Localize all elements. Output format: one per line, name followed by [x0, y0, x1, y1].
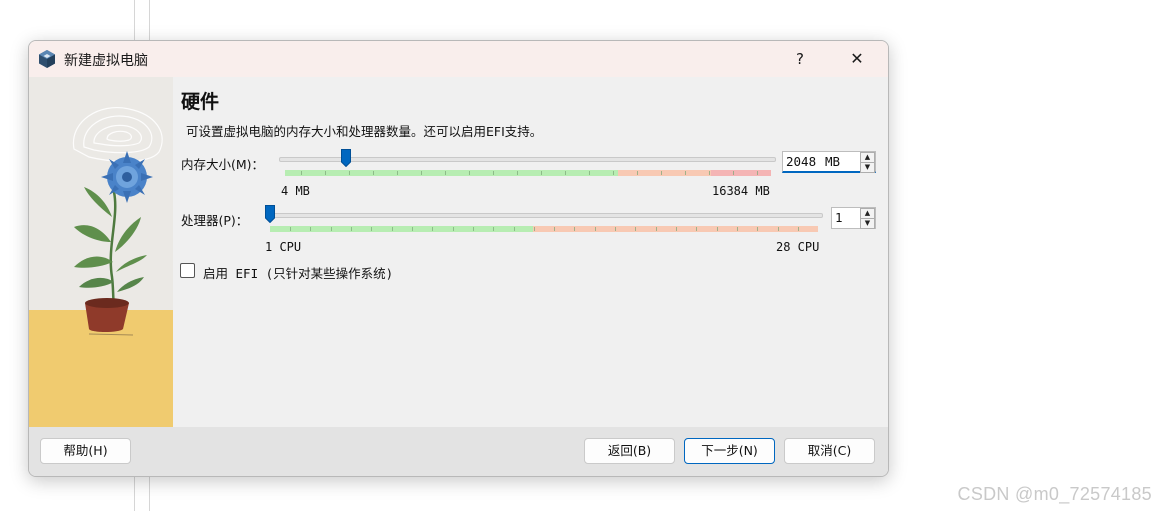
wizard-illustration	[29, 77, 173, 427]
scale-tick	[709, 171, 710, 175]
help-button[interactable]: 帮助(H)	[40, 438, 131, 464]
scale-tick	[737, 227, 738, 231]
scale-tick	[637, 171, 638, 175]
memory-scale	[285, 170, 771, 176]
cpu-decrease-button[interactable]: ▼	[860, 218, 875, 229]
page-description: 可设置虚拟电脑的内存大小和处理器数量。还可以启用EFI支持。	[186, 124, 543, 139]
back-button[interactable]: 返回(B)	[584, 438, 675, 464]
scale-tick	[534, 227, 535, 231]
scale-tick	[473, 227, 474, 231]
scale-tick	[615, 227, 616, 231]
scale-tick	[517, 171, 518, 175]
scale-tick	[565, 171, 566, 175]
cpu-slider-track[interactable]	[265, 213, 823, 218]
scale-tick	[412, 227, 413, 231]
scale-tick	[595, 227, 596, 231]
scale-tick	[661, 171, 662, 175]
scale-tick	[392, 227, 393, 231]
scale-tick	[469, 171, 470, 175]
memory-decrease-button[interactable]: ▼	[860, 162, 875, 173]
scale-tick	[373, 171, 374, 175]
memory-recommended-range	[285, 170, 618, 176]
scale-tick	[613, 171, 614, 175]
scale-tick	[733, 171, 734, 175]
dialog-footer: 帮助(H) 返回(B) 下一步(N) 取消(C)	[29, 427, 888, 476]
scale-tick	[685, 171, 686, 175]
scale-tick	[589, 171, 590, 175]
cancel-button[interactable]: 取消(C)	[784, 438, 875, 464]
memory-label: 内存大小(M)：	[181, 157, 265, 172]
scale-tick	[349, 171, 350, 175]
scale-tick	[696, 227, 697, 231]
scale-tick	[310, 227, 311, 231]
efi-checkbox[interactable]	[180, 263, 195, 278]
scale-tick	[635, 227, 636, 231]
window-title: 新建虚拟电脑	[64, 53, 148, 69]
scale-tick	[371, 227, 372, 231]
scale-tick	[717, 227, 718, 231]
memory-warning-range	[618, 170, 711, 176]
watermark: CSDN @m0_72574185	[957, 484, 1152, 504]
memory-slider-thumb[interactable]	[341, 149, 351, 167]
scale-tick	[541, 171, 542, 175]
close-button[interactable]: ✕	[835, 43, 879, 75]
memory-danger-range	[711, 170, 771, 176]
scale-tick	[331, 227, 332, 231]
scale-tick	[432, 227, 433, 231]
memory-unit: MB	[825, 154, 841, 169]
efi-label[interactable]: 启用 EFI (只针对某些操作系统)	[203, 263, 393, 282]
title-bar[interactable]: 新建虚拟电脑 ? ✕	[29, 41, 888, 77]
memory-max-label: 16384 MB	[712, 184, 770, 198]
memory-value[interactable]: 2048	[786, 154, 816, 169]
virtualbox-icon	[39, 50, 55, 68]
scale-tick	[757, 171, 758, 175]
help-title-button[interactable]: ?	[783, 43, 817, 75]
scale-tick	[757, 227, 758, 231]
cpu-min-label: 1 CPU	[265, 240, 302, 254]
scale-tick	[453, 227, 454, 231]
scale-tick	[445, 171, 446, 175]
scale-tick	[554, 227, 555, 231]
memory-min-label: 4 MB	[281, 184, 310, 198]
scale-tick	[493, 171, 494, 175]
cpu-slider-thumb[interactable]	[265, 205, 275, 223]
scale-tick	[798, 227, 799, 231]
scale-tick	[778, 227, 779, 231]
scale-tick	[676, 227, 677, 231]
memory-spin-buttons: ▲ ▼	[860, 152, 875, 173]
new-vm-dialog: 新建虚拟电脑 ? ✕ 硬件 可设置虚拟电脑的内存大小和处理器数量。还可以启用EF…	[28, 40, 889, 477]
scale-tick	[290, 227, 291, 231]
scale-tick	[493, 227, 494, 231]
scale-tick	[514, 227, 515, 231]
cpu-value[interactable]: 1	[835, 210, 843, 225]
scale-tick	[351, 227, 352, 231]
memory-slider-track[interactable]	[279, 157, 776, 162]
page-title: 硬件	[181, 91, 220, 113]
next-button[interactable]: 下一步(N)	[684, 438, 775, 464]
cpu-spin-buttons: ▲ ▼	[860, 208, 875, 229]
scale-tick	[421, 171, 422, 175]
scale-tick	[301, 171, 302, 175]
cpu-label: 处理器(P)：	[181, 213, 249, 228]
cpu-scale	[270, 226, 818, 232]
scale-tick	[574, 227, 575, 231]
scale-tick	[656, 227, 657, 231]
scale-tick	[325, 171, 326, 175]
scale-tick	[397, 171, 398, 175]
cpu-max-label: 28 CPU	[776, 240, 820, 254]
